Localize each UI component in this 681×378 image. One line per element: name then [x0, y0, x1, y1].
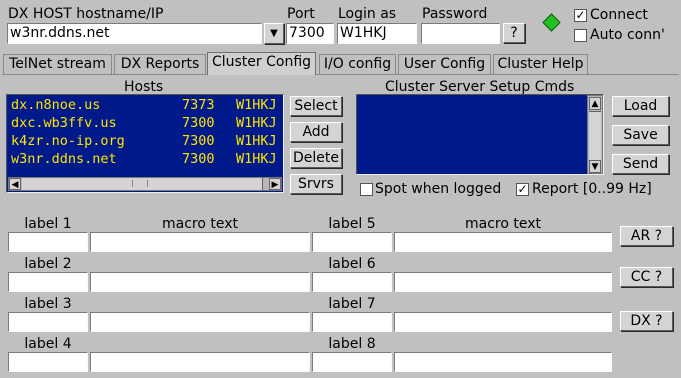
- macro-text-input-5[interactable]: [394, 232, 612, 252]
- scroll-down-icon[interactable]: ▼: [589, 160, 601, 173]
- host-port: 7300: [182, 151, 215, 167]
- cc-button[interactable]: CC ?: [620, 267, 673, 287]
- macro-text-header-right: macro text: [464, 216, 541, 232]
- macro-label-1: label 1: [24, 216, 72, 232]
- macro-label-8: label 8: [328, 336, 376, 352]
- load-button[interactable]: Load: [612, 96, 669, 116]
- macro-label-input-2[interactable]: [8, 272, 88, 292]
- host-input[interactable]: w3nr.ddns.net: [7, 23, 262, 44]
- host-login: W1HKJ: [236, 115, 277, 131]
- macro-label-2: label 2: [24, 256, 72, 272]
- macro-label-5: label 5: [328, 216, 376, 232]
- macro-text-header-left: macro text: [161, 216, 238, 232]
- setup-cmds-textarea[interactable]: ▲ ▼: [356, 94, 604, 175]
- tab-telnet-stream[interactable]: TelNet stream: [3, 54, 112, 74]
- tab-io-config[interactable]: I/O config: [319, 54, 396, 74]
- macro-label-input-6[interactable]: [312, 272, 392, 292]
- hosts-list[interactable]: dx.n8noe.us 7373 W1HKJ dxc.wb3ffv.us 730…: [6, 94, 284, 193]
- macro-text-input-1[interactable]: [90, 232, 310, 252]
- auto-connect-label: Auto conn': [590, 27, 665, 43]
- setup-vertical-scrollbar[interactable]: ▲ ▼: [587, 95, 603, 174]
- setup-cmds-title: Cluster Server Setup Cmds: [385, 79, 575, 95]
- macro-text-input-8[interactable]: [394, 352, 612, 372]
- connection-status-indicator: [542, 13, 561, 32]
- scroll-left-icon[interactable]: ◀: [9, 178, 21, 190]
- host-name: dx.n8noe.us: [11, 97, 101, 113]
- password-help-button[interactable]: ?: [503, 23, 525, 43]
- add-button[interactable]: Add: [290, 122, 342, 142]
- report-checkbox[interactable]: ✓: [516, 183, 529, 196]
- tab-cluster-config[interactable]: Cluster Config: [207, 52, 316, 75]
- list-item[interactable]: dx.n8noe.us 7373 W1HKJ: [11, 96, 281, 114]
- delete-button[interactable]: Delete: [290, 148, 342, 168]
- save-button[interactable]: Save: [612, 125, 669, 145]
- select-button[interactable]: Select: [290, 96, 342, 116]
- servers-button[interactable]: Srvrs: [290, 174, 342, 194]
- chevron-down-icon: ▼: [270, 28, 278, 39]
- macro-text-input-7[interactable]: [394, 312, 612, 332]
- auto-connect-checkbox[interactable]: [574, 29, 587, 42]
- scroll-up-icon[interactable]: ▲: [589, 97, 601, 110]
- grip-icon: [132, 180, 148, 187]
- scroll-right-icon[interactable]: ▶: [269, 178, 281, 190]
- macro-label-7: label 7: [328, 296, 376, 312]
- tab-cluster-help[interactable]: Cluster Help: [493, 54, 588, 74]
- list-item[interactable]: k4zr.no-ip.org 7300 W1HKJ: [11, 132, 281, 150]
- macro-label-6: label 6: [328, 256, 376, 272]
- macro-text-input-3[interactable]: [90, 312, 310, 332]
- macro-text-input-6[interactable]: [394, 272, 612, 292]
- macro-label-input-3[interactable]: [8, 312, 88, 332]
- tab-bar-divider: [2, 74, 679, 75]
- ar-button[interactable]: AR ?: [620, 226, 673, 246]
- connect-label: Connect: [590, 7, 648, 23]
- host-port: 7300: [182, 133, 215, 149]
- spot-when-logged-checkbox[interactable]: [360, 183, 373, 196]
- macro-label-input-5[interactable]: [312, 232, 392, 252]
- scrollbar-thumb[interactable]: [589, 111, 601, 161]
- list-item[interactable]: w3nr.ddns.net 7300 W1HKJ: [11, 150, 281, 168]
- port-label: Port: [287, 6, 315, 22]
- dx-button[interactable]: DX ?: [620, 311, 673, 331]
- macro-label-3: label 3: [24, 296, 72, 312]
- macro-label-input-7[interactable]: [312, 312, 392, 332]
- spot-when-logged-label: Spot when logged: [375, 181, 502, 197]
- host-login: W1HKJ: [236, 97, 277, 113]
- tab-dx-reports[interactable]: DX Reports: [114, 54, 206, 74]
- host-login: W1HKJ: [236, 133, 277, 149]
- macro-text-input-2[interactable]: [90, 272, 310, 292]
- connect-checkbox[interactable]: ✓: [574, 9, 587, 22]
- hosts-title: Hosts: [124, 79, 164, 95]
- port-input[interactable]: 7300: [286, 23, 334, 44]
- host-dropdown-button[interactable]: ▼: [264, 23, 284, 44]
- macro-label-4: label 4: [24, 336, 72, 352]
- send-button[interactable]: Send: [612, 154, 669, 174]
- password-label: Password: [422, 6, 488, 22]
- host-label: DX HOST hostname/IP: [8, 6, 164, 22]
- report-label: Report [0..99 Hz]: [532, 181, 652, 197]
- macro-label-input-4[interactable]: [8, 352, 88, 372]
- host-login: W1HKJ: [236, 151, 277, 167]
- host-name: w3nr.ddns.net: [11, 151, 117, 167]
- host-port: 7300: [182, 115, 215, 131]
- hosts-horizontal-scrollbar[interactable]: ◀ ▶: [8, 177, 282, 191]
- password-input[interactable]: [421, 23, 500, 44]
- macro-text-input-4[interactable]: [90, 352, 310, 372]
- macro-label-input-8[interactable]: [312, 352, 392, 372]
- host-port: 7373: [182, 97, 215, 113]
- login-label: Login as: [338, 6, 397, 22]
- scrollbar-thumb[interactable]: [22, 178, 263, 190]
- tab-user-config[interactable]: User Config: [398, 54, 491, 74]
- host-name: k4zr.no-ip.org: [11, 133, 125, 149]
- host-name: dxc.wb3ffv.us: [11, 115, 117, 131]
- macro-label-input-1[interactable]: [8, 232, 88, 252]
- login-input[interactable]: W1HKJ: [337, 23, 417, 44]
- list-item[interactable]: dxc.wb3ffv.us 7300 W1HKJ: [11, 114, 281, 132]
